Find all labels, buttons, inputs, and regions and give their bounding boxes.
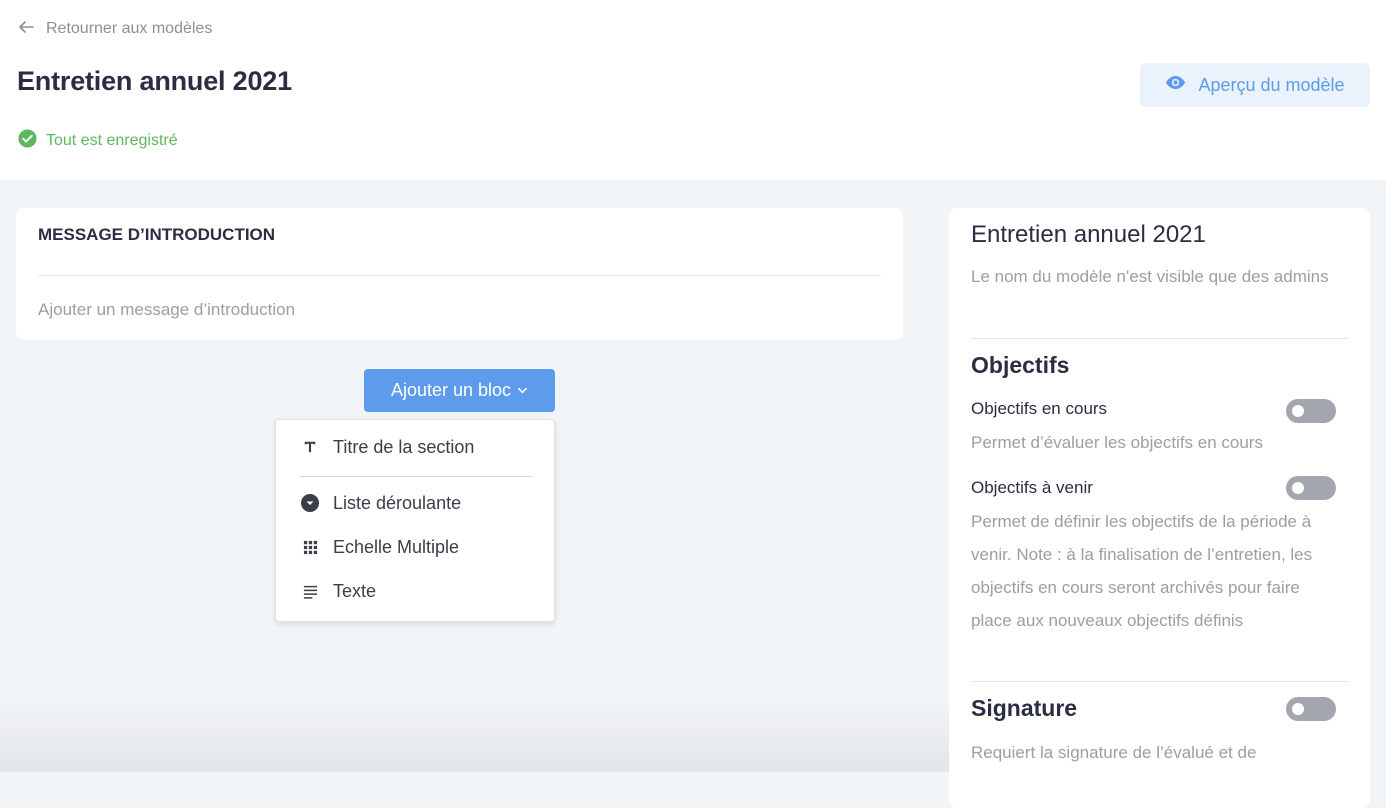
template-name[interactable]: Entretien annuel 2021 [971, 221, 1206, 249]
divider [971, 338, 1348, 339]
current-objectives-toggle[interactable] [1286, 399, 1336, 423]
template-name-note: Le nom du modèle n'est visible que des a… [971, 267, 1329, 286]
signature-description: Requiert la signature de l’évalué et de [971, 743, 1257, 762]
current-objectives-label: Objectifs en cours [971, 399, 1108, 418]
upcoming-objectives-toggle[interactable] [1286, 476, 1336, 500]
add-block-button[interactable]: Ajouter un bloc [364, 369, 555, 412]
dropdown-circle-icon [301, 494, 319, 512]
intro-heading: MESSAGE D’INTRODUCTION [38, 225, 276, 244]
add-block-menu: Titre de la section Liste déroulante Ech… [275, 419, 555, 622]
menu-item-dropdown-list[interactable]: Liste déroulante [301, 490, 461, 516]
signature-heading: Signature [971, 695, 1078, 721]
signature-toggle[interactable] [1286, 697, 1336, 721]
back-link-label: Retourner aux modèles [46, 20, 213, 37]
add-block-label: Ajouter un bloc [390, 380, 512, 400]
template-settings-panel: Entretien annuel 2021 Le nom du modèle n… [949, 208, 1370, 808]
current-objectives-description: Permet d’évaluer les objectifs en cours [971, 433, 1263, 452]
template-preview-button[interactable]: Aperçu du modèle [1140, 63, 1370, 107]
upcoming-objectives-description: Permet de définir les objectifs de la pé… [971, 512, 1313, 630]
text-lines-icon [301, 582, 319, 600]
text-title-icon [301, 438, 319, 456]
intro-message-card: MESSAGE D’INTRODUCTION Ajouter un messag… [16, 208, 903, 340]
page-title: Entretien annuel 2021 [17, 66, 292, 96]
menu-item-label: Echelle Multiple [333, 536, 460, 557]
back-to-templates-link[interactable]: Retourner aux modèles [18, 18, 212, 40]
arrow-left-icon [18, 19, 34, 40]
chevron-down-icon [517, 380, 528, 401]
preview-button-label: Aperçu du modèle [1198, 74, 1345, 95]
grid-icon [301, 538, 319, 556]
menu-item-multiple-scale[interactable]: Echelle Multiple [301, 534, 459, 560]
toggle-knob [1292, 405, 1304, 417]
divider [971, 681, 1348, 682]
upcoming-objectives-label: Objectifs à venir [971, 478, 1093, 497]
menu-item-label: Liste déroulante [333, 492, 462, 513]
toggle-knob [1292, 482, 1304, 494]
check-circle-icon [18, 129, 37, 153]
top-bar: Retourner aux modèles Entretien annuel 2… [0, 0, 1386, 180]
eye-icon [1165, 72, 1186, 98]
intro-message-input[interactable]: Ajouter un message d’introduction [38, 300, 295, 320]
menu-item-label: Texte [333, 580, 377, 601]
menu-divider [300, 476, 533, 477]
save-status: Tout est enregistré [18, 129, 178, 153]
menu-item-section-title[interactable]: Titre de la section [301, 434, 474, 460]
divider [38, 275, 881, 276]
menu-item-label: Titre de la section [333, 436, 475, 457]
bottom-shadow [0, 700, 949, 772]
toggle-knob [1292, 703, 1304, 715]
menu-item-text[interactable]: Texte [301, 578, 376, 604]
save-status-text: Tout est enregistré [46, 132, 178, 149]
objectives-heading: Objectifs [971, 352, 1070, 378]
